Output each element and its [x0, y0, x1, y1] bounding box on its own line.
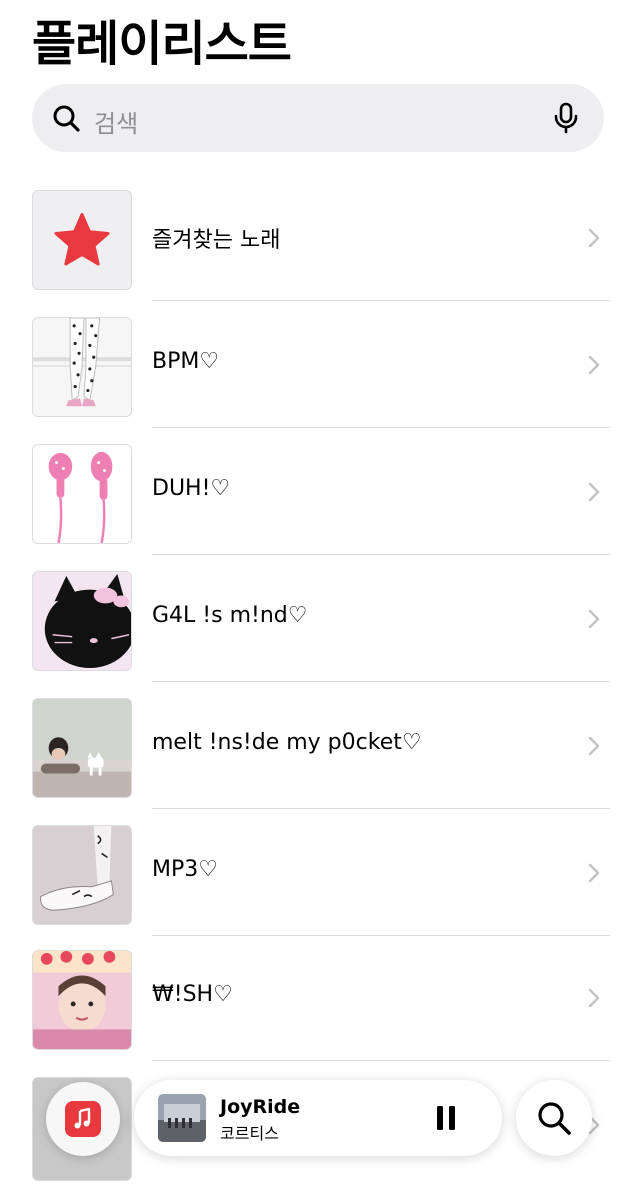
- chevron-right-icon: [588, 609, 600, 629]
- divider: [152, 808, 610, 809]
- divider: [152, 935, 610, 936]
- pink-earphones-image: [32, 444, 132, 544]
- playlist-title: ₩!SH♡: [152, 982, 233, 1007]
- chevron-right-icon: [588, 355, 600, 375]
- divider: [152, 1060, 610, 1061]
- search-icon: [538, 1102, 571, 1135]
- playlist-row-bpm[interactable]: BPM♡: [0, 313, 636, 439]
- chevron-right-icon: [588, 228, 600, 248]
- now-playing-title: JoyRide: [220, 1096, 301, 1118]
- playlist-row-wish[interactable]: ₩!SH♡: [0, 946, 636, 1072]
- divider: [152, 427, 610, 428]
- mini-player[interactable]: JoyRide 코르티스: [134, 1080, 502, 1156]
- search-bar[interactable]: 검색: [32, 84, 604, 152]
- girl-with-cat-image: [32, 698, 132, 798]
- shoes-image: [32, 825, 132, 925]
- playlist-row-g4l[interactable]: G4L !s m!nd♡: [0, 567, 636, 693]
- playlist-row-melt[interactable]: melt !ns!de my p0cket♡: [0, 694, 636, 820]
- chevron-right-icon: [588, 863, 600, 883]
- playlist-title: 즐겨찾는 노래: [152, 228, 281, 253]
- playlist-row-duh[interactable]: DUH!♡: [0, 440, 636, 566]
- chevron-right-icon: [588, 988, 600, 1008]
- search-tab-button[interactable]: [516, 1080, 592, 1156]
- chevron-right-icon: [588, 482, 600, 502]
- music-app-icon: [65, 1101, 101, 1137]
- divider: [152, 554, 610, 555]
- music-app-button[interactable]: [46, 1082, 120, 1156]
- now-playing-artist: 코르티스: [220, 1124, 279, 1143]
- star-icon: [54, 213, 110, 266]
- playlist-title: G4L !s m!nd♡: [152, 603, 308, 628]
- polka-dot-legs-image: [32, 317, 132, 417]
- playlist-row-mp3[interactable]: MP3♡: [0, 821, 636, 947]
- favorites-thumbnail: [32, 190, 132, 290]
- chevron-right-icon: [588, 736, 600, 756]
- divider: [152, 681, 610, 682]
- microphone-icon[interactable]: [552, 102, 580, 134]
- search-icon: [53, 105, 80, 132]
- playlist-title: DUH!♡: [152, 476, 231, 501]
- playlist-row-favorites[interactable]: 즐겨찾는 노래: [0, 186, 636, 312]
- search-input[interactable]: 검색: [94, 104, 138, 139]
- playlist-title: MP3♡: [152, 857, 218, 882]
- black-kitty-image: [32, 571, 132, 671]
- divider: [152, 300, 610, 301]
- playlist-title: BPM♡: [152, 349, 220, 374]
- playlist-title: melt !ns!de my p0cket♡: [152, 730, 422, 755]
- cake-face-image: [32, 950, 132, 1050]
- now-playing-artwork: [158, 1094, 206, 1142]
- pause-icon[interactable]: [434, 1104, 458, 1132]
- page-title: 플레이리스트: [32, 16, 292, 72]
